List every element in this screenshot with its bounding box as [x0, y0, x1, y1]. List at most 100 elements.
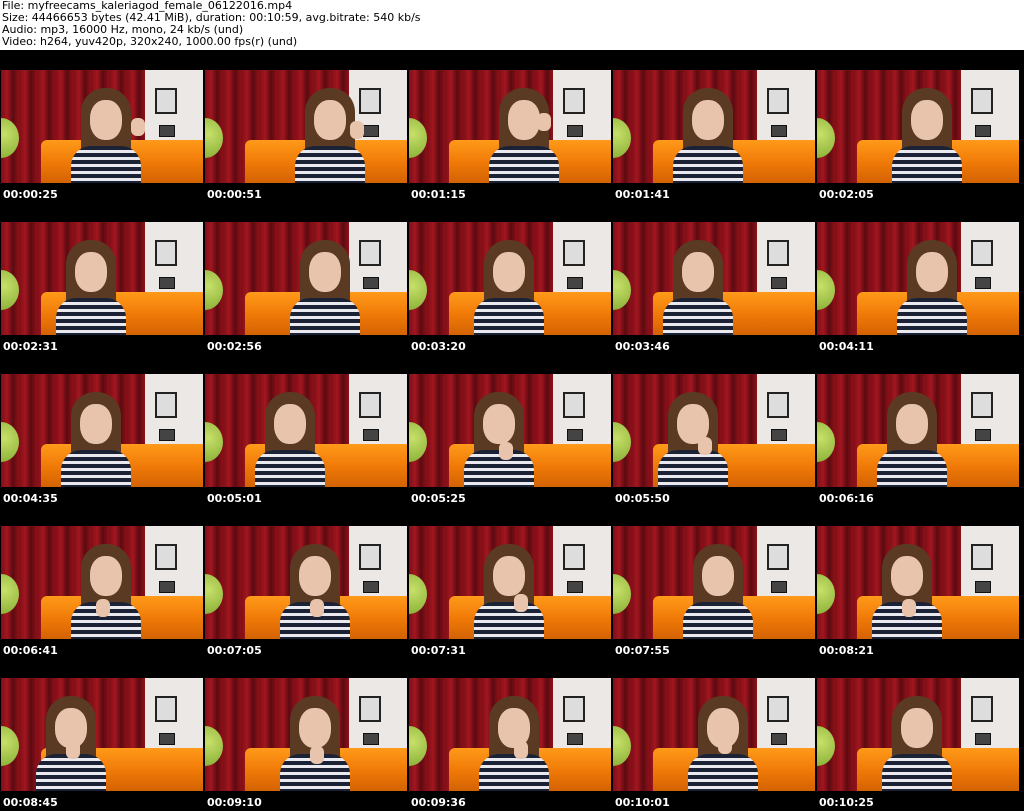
wall-sign	[975, 125, 991, 137]
hand	[131, 118, 145, 136]
wall-sign	[363, 125, 379, 137]
striped-shirt	[658, 450, 728, 487]
person-figure	[897, 240, 967, 335]
face	[90, 556, 122, 596]
timestamp-label: 00:07:05	[207, 644, 262, 657]
thumbnail-cell: 00:02:31	[0, 202, 203, 354]
wall-poster	[155, 88, 177, 114]
thumbnail-cell: 00:06:41	[0, 506, 203, 658]
person-figure	[673, 88, 743, 183]
wall-poster	[971, 240, 993, 266]
striped-shirt	[255, 450, 325, 487]
timestamp-label: 00:10:01	[615, 796, 670, 809]
face	[299, 556, 331, 596]
person-figure	[71, 544, 141, 639]
striped-shirt	[474, 298, 544, 335]
wall-sign	[159, 277, 175, 289]
striped-shirt	[663, 298, 733, 335]
person-figure	[474, 240, 544, 335]
striped-shirt	[892, 146, 962, 183]
wall-sign	[159, 733, 175, 745]
video-frame-image	[613, 222, 815, 335]
face	[493, 556, 525, 596]
hand	[66, 741, 80, 759]
video-frame-image	[817, 70, 1019, 183]
timestamp-label: 00:05:01	[207, 492, 262, 505]
timestamp-label: 00:02:05	[819, 188, 874, 201]
video-frame-image	[613, 70, 815, 183]
video-frame-image	[205, 526, 407, 639]
video-frame-image	[613, 526, 815, 639]
face	[916, 252, 948, 292]
video-frame-image	[1, 526, 203, 639]
hand	[537, 113, 551, 131]
person-figure	[872, 544, 942, 639]
thumbnail-cell: 00:05:50	[612, 354, 815, 506]
timestamp-label: 00:07:31	[411, 644, 466, 657]
striped-shirt	[882, 754, 952, 791]
wall-poster	[971, 88, 993, 114]
thumbnail-cell: 00:08:45	[0, 658, 203, 810]
wall-poster	[971, 696, 993, 722]
thumbnail-cell: 00:04:35	[0, 354, 203, 506]
thumbnail-cell: 00:07:55	[612, 506, 815, 658]
person-figure	[36, 696, 106, 791]
striped-shirt	[479, 754, 549, 791]
face	[692, 100, 724, 140]
timestamp-label: 00:04:35	[3, 492, 58, 505]
hand	[718, 736, 732, 754]
thumbnail-sheet: 00:00:25 00:00:51 00:01:15 00:01:41 00:02:05…	[0, 50, 1024, 811]
thumbnail-cell: 00:00:25	[0, 50, 203, 202]
timestamp-label: 00:09:10	[207, 796, 262, 809]
wall-poster	[155, 392, 177, 418]
person-figure	[280, 544, 350, 639]
video-info-line: Video: h264, yuv420p, 320x240, 1000.00 f…	[2, 35, 298, 48]
video-frame-image	[409, 526, 611, 639]
wall-sign	[567, 581, 583, 593]
face	[274, 404, 306, 444]
person-figure	[688, 696, 758, 791]
face	[493, 252, 525, 292]
striped-shirt	[673, 146, 743, 183]
wall-sign	[159, 581, 175, 593]
thumbnail-cell: 00:02:05	[816, 50, 1019, 202]
video-frame-image	[205, 374, 407, 487]
hand	[350, 121, 364, 139]
hand	[514, 594, 528, 612]
wall-sign	[771, 277, 787, 289]
video-frame-image	[817, 678, 1019, 791]
thumbnail-cell: 00:00:51	[204, 50, 407, 202]
video-frame-image	[817, 526, 1019, 639]
wall-sign	[363, 581, 379, 593]
person-figure	[71, 88, 145, 183]
wall-poster	[155, 240, 177, 266]
hand	[514, 741, 528, 759]
video-frame-image	[1, 70, 203, 183]
wall-sign	[975, 429, 991, 441]
face	[896, 404, 928, 444]
thumbnail-cell: 00:08:21	[816, 506, 1019, 658]
wall-sign	[771, 581, 787, 593]
video-frame-image	[205, 678, 407, 791]
person-figure	[877, 392, 947, 487]
wall-sign	[159, 429, 175, 441]
striped-shirt	[36, 754, 106, 791]
person-figure	[290, 240, 360, 335]
thumbnail-cell: 00:05:01	[204, 354, 407, 506]
video-frame-image	[1, 374, 203, 487]
thumbnail-cell: 00:09:36	[408, 658, 611, 810]
wall-sign	[771, 733, 787, 745]
person-figure	[892, 88, 962, 183]
face	[508, 100, 540, 140]
video-frame-image	[613, 678, 815, 791]
striped-shirt	[61, 450, 131, 487]
wall-sign	[567, 277, 583, 289]
person-figure	[474, 544, 544, 639]
wall-poster	[563, 392, 585, 418]
wall-poster	[563, 240, 585, 266]
timestamp-label: 00:08:21	[819, 644, 874, 657]
timestamp-label: 00:02:56	[207, 340, 262, 353]
striped-shirt	[56, 298, 126, 335]
striped-shirt	[71, 146, 141, 183]
video-frame-image	[409, 70, 611, 183]
